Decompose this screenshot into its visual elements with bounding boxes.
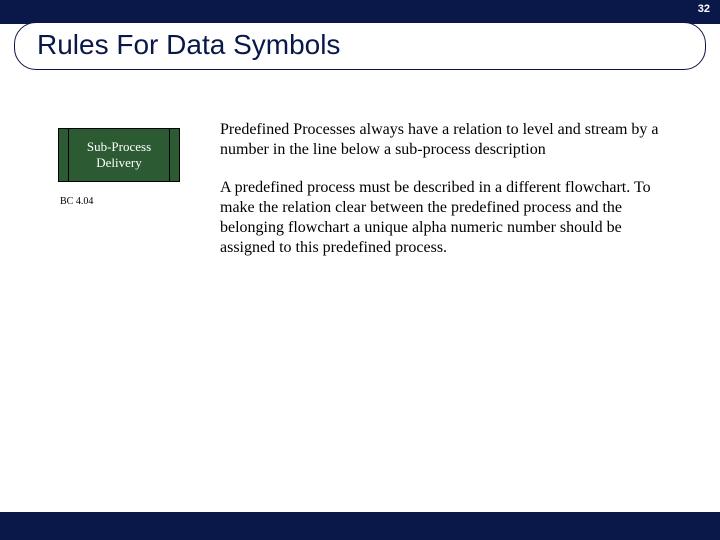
symbol-label-line2: Delivery xyxy=(96,155,141,170)
predefined-process-symbol: Sub-Process Delivery xyxy=(58,128,180,182)
description-column: Predefined Processes always have a relat… xyxy=(220,120,680,258)
symbol-reference-code: BC 4.04 xyxy=(58,196,188,207)
paragraph-1: Predefined Processes always have a relat… xyxy=(220,120,680,160)
title-bar: Rules For Data Symbols xyxy=(14,22,706,70)
symbol-label-line1: Sub-Process xyxy=(87,139,151,154)
paragraph-2: A predefined process must be described i… xyxy=(220,178,680,258)
page-number: 32 xyxy=(698,3,710,15)
symbol-column: Sub-Process Delivery BC 4.04 xyxy=(58,128,188,207)
slide-title: Rules For Data Symbols xyxy=(37,29,683,61)
header-bar: 32 xyxy=(0,0,720,24)
symbol-label: Sub-Process Delivery xyxy=(87,139,151,172)
footer-bar xyxy=(0,512,720,540)
content-area: Sub-Process Delivery BC 4.04 Predefined … xyxy=(0,72,720,258)
